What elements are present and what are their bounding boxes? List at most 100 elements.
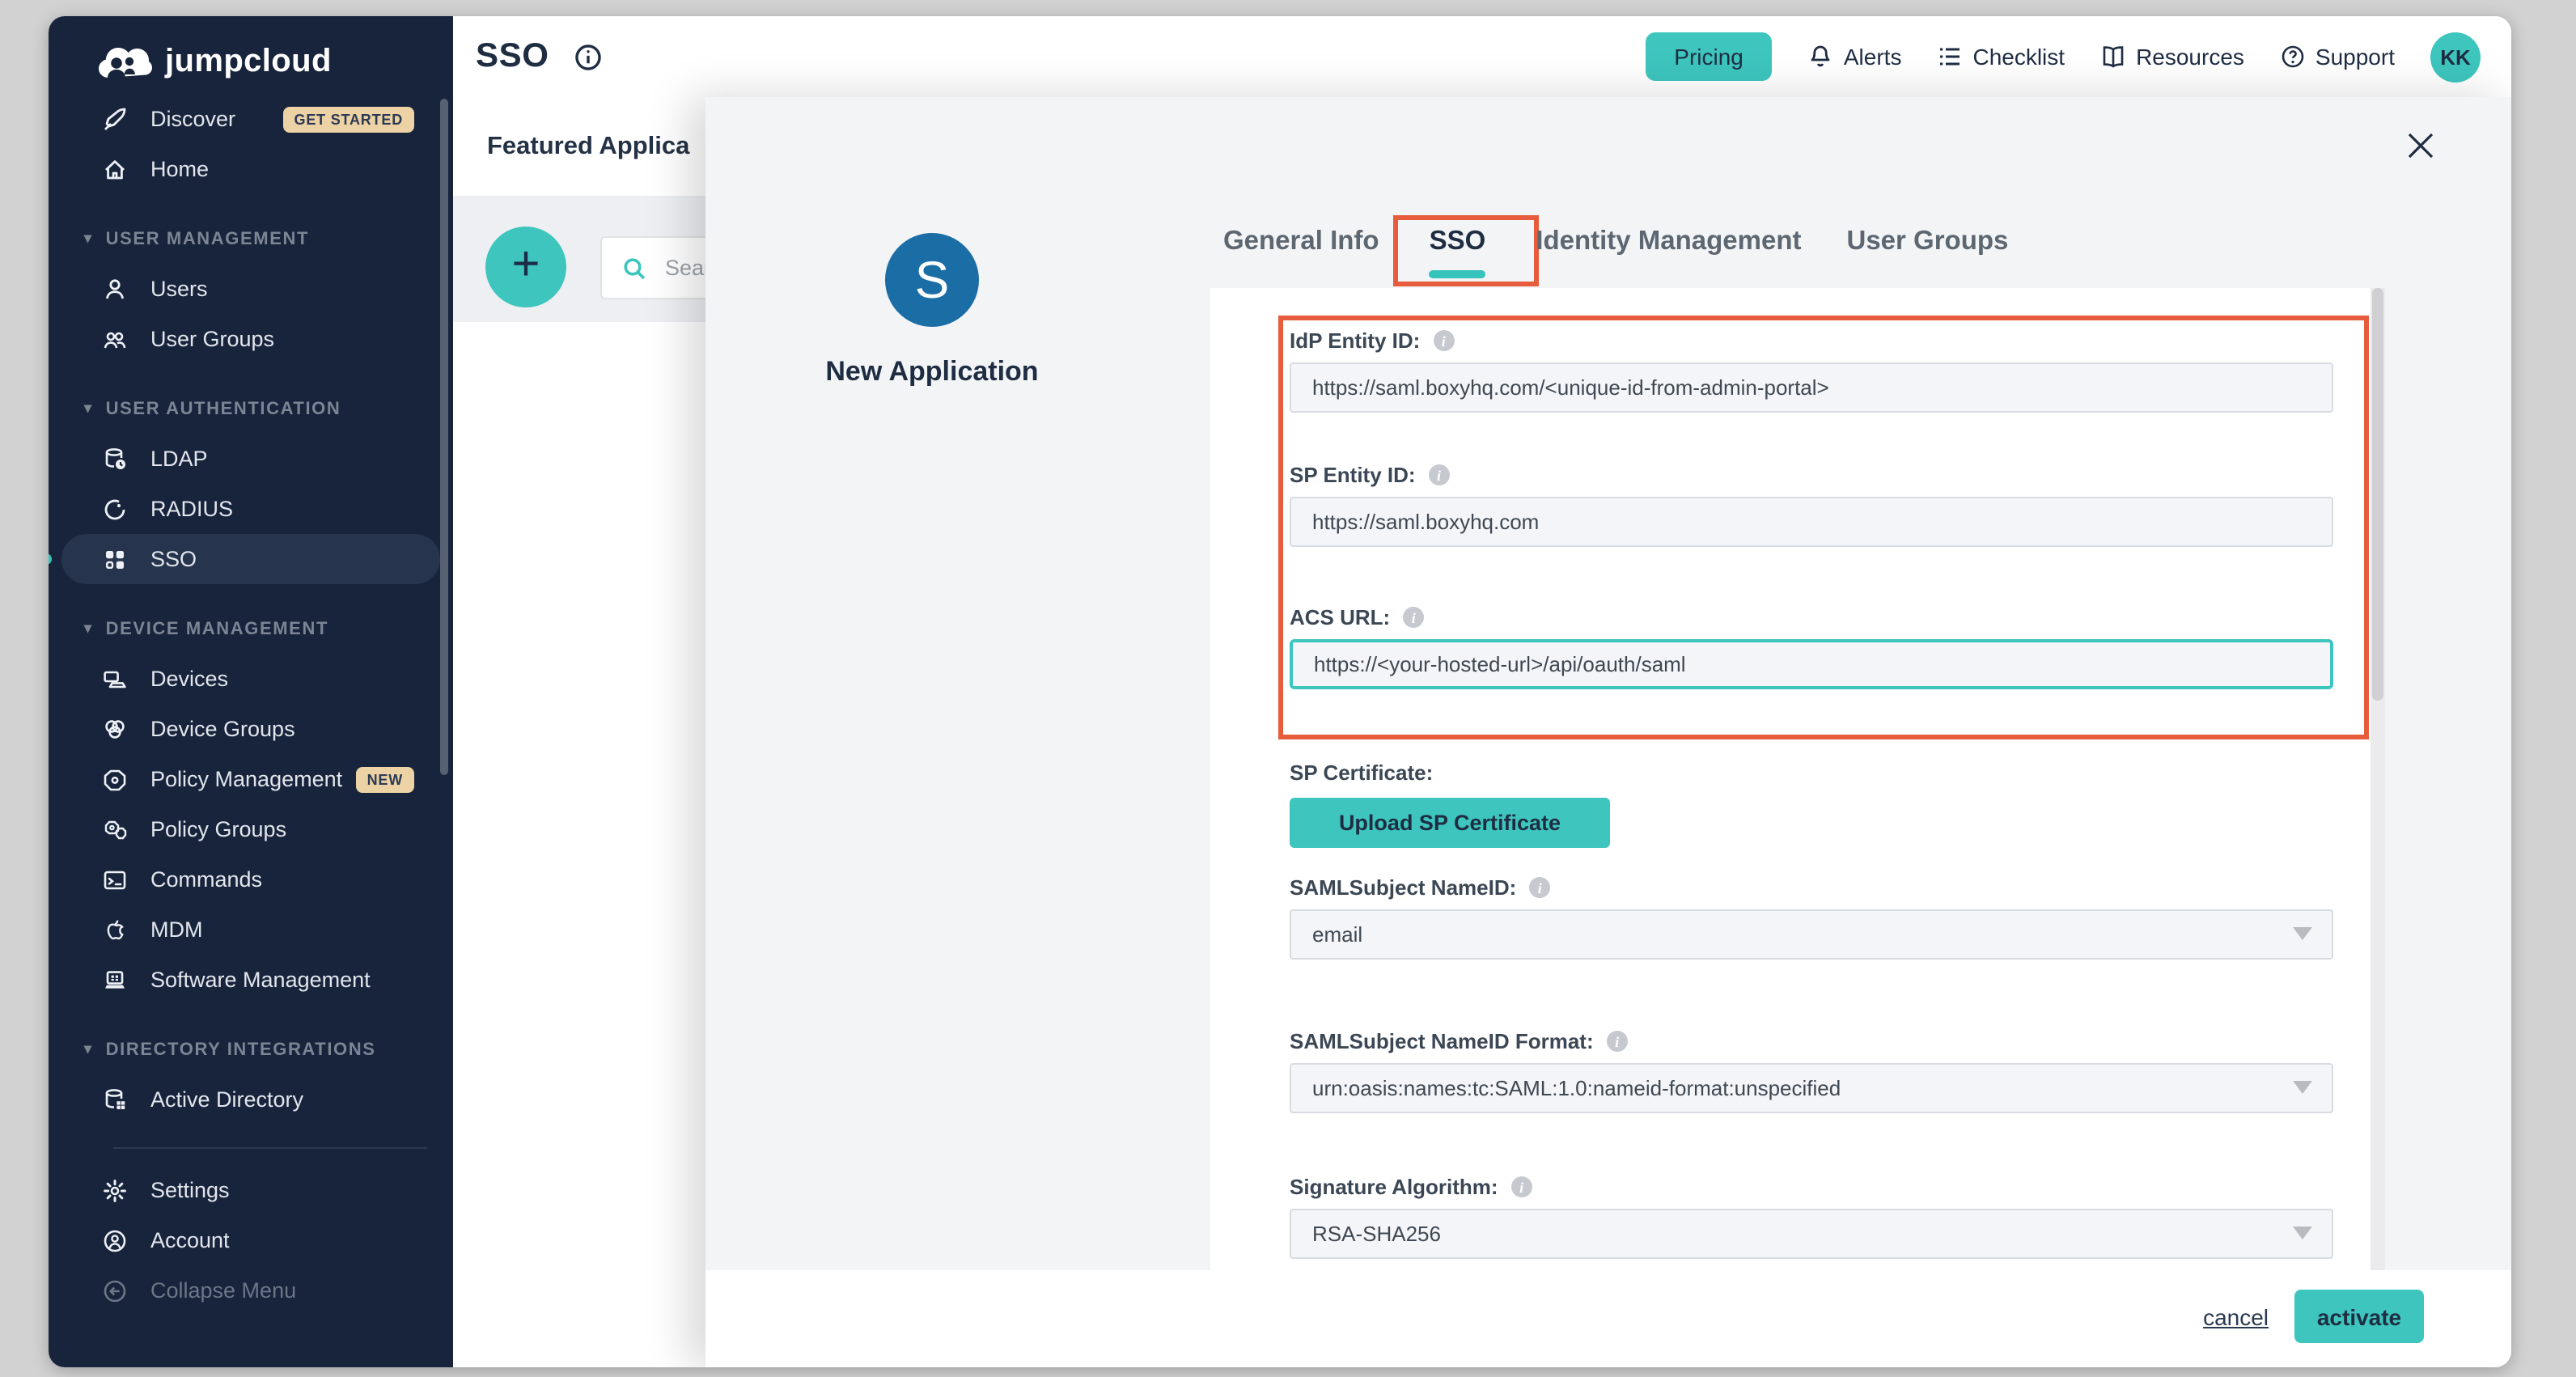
sidebar-item-commands[interactable]: Commands <box>49 854 453 905</box>
header-action-checklist[interactable]: Checklist <box>1937 44 2065 70</box>
tab-identity-management[interactable]: Identity Management <box>1536 227 1801 257</box>
sp-entity-id-input[interactable]: https://saml.boxyhq.com <box>1290 497 2333 547</box>
sidebar-item-device-groups[interactable]: Device Groups <box>49 704 453 754</box>
sidebar-item-label: Account <box>150 1228 230 1252</box>
apple-icon <box>102 917 128 943</box>
header-actions: Pricing AlertsChecklistResourcesSupport … <box>1645 16 2481 97</box>
sidebar-scrollbar[interactable] <box>440 99 448 775</box>
chevron-down-icon: ▾ <box>84 1040 93 1058</box>
sidebar-item-software-management[interactable]: Software Management <box>49 955 453 1005</box>
ldap-database-icon <box>102 446 128 472</box>
sidebar-section-user-authentication[interactable]: ▾USER AUTHENTICATION <box>49 383 453 434</box>
sidebar-section-user-management[interactable]: ▾USER MANAGEMENT <box>49 214 453 264</box>
sidebar-item-user-groups[interactable]: User Groups <box>49 314 453 364</box>
saml-subject-nameid-select[interactable]: email <box>1290 909 2333 960</box>
activate-button[interactable]: activate <box>2294 1290 2424 1343</box>
sidebar-item-home[interactable]: Home <box>49 144 453 194</box>
checklist-icon <box>1937 44 1963 70</box>
sidebar-section-directory-integrations[interactable]: ▾DIRECTORY INTEGRATIONS <box>49 1024 453 1074</box>
acs-url-label: ACS URL: <box>1290 605 1390 629</box>
page-title: SSO <box>476 37 549 76</box>
header-action-resources[interactable]: Resources <box>2100 44 2244 70</box>
sidebar-item-label: User Groups <box>150 327 274 351</box>
header-action-alerts[interactable]: Alerts <box>1808 44 1902 70</box>
account-icon <box>102 1227 128 1253</box>
cancel-link[interactable]: cancel <box>2203 1304 2269 1330</box>
collapse-icon <box>102 1277 128 1303</box>
policy-icon <box>102 766 128 792</box>
idp-entity-id-input[interactable]: https://saml.boxyhq.com/<unique-id-from-… <box>1290 362 2333 413</box>
rocket-icon <box>102 106 128 132</box>
add-application-button[interactable]: + <box>485 227 566 307</box>
sidebar-item-account[interactable]: Account <box>49 1215 453 1265</box>
modal-footer: cancel activate <box>705 1270 2511 1367</box>
tab-active-underline <box>1430 270 1486 278</box>
sidebar-item-devices[interactable]: Devices <box>49 654 453 704</box>
signature-algorithm-select[interactable]: RSA-SHA256 <box>1290 1209 2333 1259</box>
sidebar-section-device-management[interactable]: ▾DEVICE MANAGEMENT <box>49 604 453 654</box>
sidebar-item-label: RADIUS <box>150 497 233 521</box>
pricing-button[interactable]: Pricing <box>1645 32 1773 81</box>
info-icon[interactable] <box>575 43 603 70</box>
sidebar-item-sso[interactable]: SSO <box>61 534 440 584</box>
sidebar-item-label: Policy Management <box>150 767 342 791</box>
badge: NEW <box>356 766 414 792</box>
signature-algorithm-label: Signature Algorithm: <box>1290 1175 1498 1199</box>
application-logo: S <box>885 233 979 327</box>
signature-algorithm-field: Signature Algorithm: i RSA-SHA256 <box>1290 1175 2333 1259</box>
saml-subject-nameid-format-select[interactable]: urn:oasis:names:tc:SAML:1.0:nameid-forma… <box>1290 1063 2333 1113</box>
sidebar-item-users[interactable]: Users <box>49 264 453 314</box>
sidebar-item-label: Devices <box>150 667 228 691</box>
close-icon[interactable] <box>2404 129 2437 162</box>
header-action-support[interactable]: Support <box>2280 44 2395 70</box>
sidebar-item-settings[interactable]: Settings <box>49 1165 453 1215</box>
info-icon[interactable]: i <box>1607 1031 1628 1052</box>
chevron-down-icon <box>2293 927 2312 940</box>
upload-sp-certificate-button[interactable]: Upload SP Certificate <box>1290 798 1610 848</box>
sidebar-item-policy-management[interactable]: Policy Management NEW <box>49 754 453 804</box>
sidebar-nav: DiscoverGET STARTEDHome▾USER MANAGEMENTU… <box>49 94 453 1316</box>
sidebar-item-collapse-menu[interactable]: Collapse Menu <box>49 1265 453 1316</box>
screen: jumpcloud DiscoverGET STARTED Home ▾USER M… <box>0 0 2576 1377</box>
info-icon[interactable]: i <box>1403 607 1424 628</box>
tab-sso[interactable]: SSO <box>1430 227 1486 257</box>
info-icon[interactable]: i <box>1511 1176 1532 1197</box>
jumpcloud-cloud-icon <box>97 42 152 81</box>
sidebar-item-label: SSO <box>150 547 197 571</box>
avatar[interactable]: KK <box>2430 32 2481 82</box>
saml-subject-nameid-label: SAMLSubject NameID: <box>1290 875 1516 900</box>
tab-user-groups[interactable]: User Groups <box>1847 227 2009 257</box>
acs-url-input[interactable]: https://<your-hosted-url>/api/oauth/saml <box>1290 639 2333 689</box>
sidebar-item-label: Software Management <box>150 968 371 992</box>
saml-subject-nameid-field: SAMLSubject NameID: i email <box>1290 875 2333 960</box>
info-icon[interactable]: i <box>1429 464 1450 485</box>
sidebar-item-ldap[interactable]: LDAP <box>49 434 453 484</box>
new-application-modal: S New Application General InfoSSOIdentit… <box>705 97 2511 1367</box>
sidebar-item-active-directory[interactable]: Active Directory <box>49 1074 453 1125</box>
tab-general-info[interactable]: General Info <box>1223 227 1379 257</box>
header-action-label: Resources <box>2136 44 2244 70</box>
info-icon[interactable]: i <box>1529 877 1550 898</box>
panel-scrollbar[interactable] <box>2371 288 2385 1270</box>
sidebar-item-label: Policy Groups <box>150 817 286 841</box>
sidebar-item-label: Home <box>150 157 209 181</box>
sp-certificate-field: SP Certificate: Upload SP Certificate <box>1290 761 2333 848</box>
sidebar-item-mdm[interactable]: MDM <box>49 905 453 955</box>
sidebar-divider <box>113 1147 427 1149</box>
sidebar-item-label: Device Groups <box>150 717 295 741</box>
book-icon <box>2100 44 2126 70</box>
sidebar-item-label: Commands <box>150 867 262 892</box>
header-action-label: Checklist <box>1972 44 2065 70</box>
jumpcloud-logo[interactable]: jumpcloud <box>49 16 453 97</box>
sidebar-item-label: LDAP <box>150 447 208 471</box>
active-indicator-dot <box>49 553 52 565</box>
info-icon[interactable]: i <box>1433 330 1454 351</box>
header-action-label: Alerts <box>1844 44 1902 70</box>
sp-entity-id-label: SP Entity ID: <box>1290 463 1416 487</box>
modal-tabs: General Info SSO Identity Management User G… <box>1223 227 2008 257</box>
sidebar-item-radius[interactable]: RADIUS <box>49 484 453 534</box>
acs-url-field: ACS URL: i https://<your-hosted-url>/api/… <box>1290 605 2333 689</box>
featured-apps-heading: Featured Applica <box>487 133 689 162</box>
sidebar-item-discover[interactable]: DiscoverGET STARTED <box>49 94 453 144</box>
sidebar-item-policy-groups[interactable]: Policy Groups <box>49 804 453 854</box>
